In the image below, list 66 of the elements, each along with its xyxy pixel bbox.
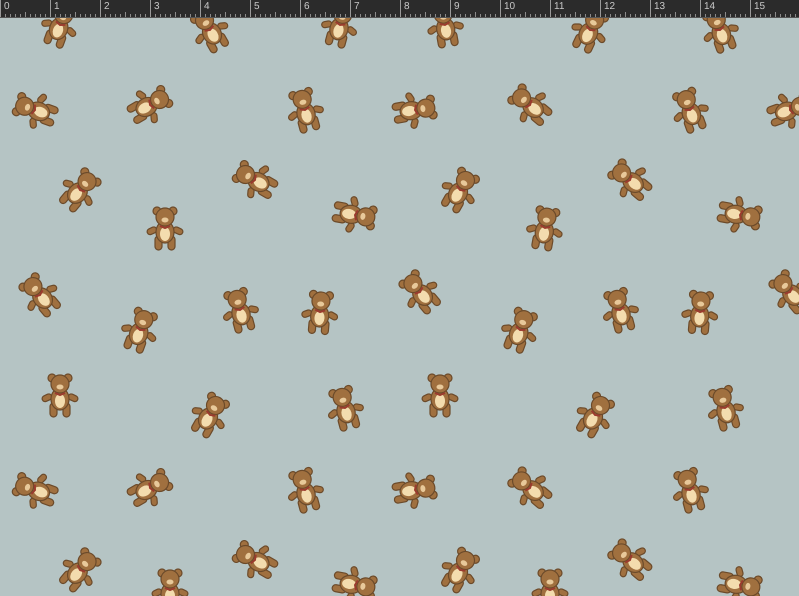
- teddy-bear-drawing: [146, 206, 184, 251]
- teddy-bear-drawing: [300, 290, 340, 336]
- teddy-bear-drawing: [706, 384, 744, 432]
- teddy-bear-drawing: [12, 92, 60, 130]
- teddy-bear-drawing: [232, 540, 280, 580]
- teddy-bear-drawing: [672, 86, 710, 135]
- teddy-bear-drawing: [398, 269, 442, 316]
- ruler-label: 0: [4, 1, 10, 13]
- ruler-label: 8: [404, 1, 410, 13]
- teddy-bear-drawing: [12, 472, 60, 510]
- teddy-bear-drawing: [150, 568, 190, 596]
- teddy-bear-drawing: [286, 86, 324, 134]
- teddy-bear-drawing: [507, 466, 554, 510]
- ruler-label: 1: [54, 1, 60, 13]
- ruler-label: 15: [754, 1, 766, 13]
- teddy-bear-drawing: [702, 18, 740, 55]
- teddy-bear-drawing: [607, 158, 654, 202]
- teddy-bear-drawing: [286, 466, 324, 514]
- teddy-bear-drawing: [232, 160, 280, 200]
- ruler-label: 10: [504, 1, 516, 13]
- teddy-bear-drawing: [18, 272, 62, 319]
- teddy-bear-drawing: [190, 392, 230, 440]
- teddy-bear-drawing: [58, 167, 102, 214]
- teddy-bear-drawing: [716, 565, 763, 596]
- ruler-label: 9: [454, 1, 460, 13]
- teddy-bear-drawing: [602, 286, 640, 334]
- teddy-bear-drawing: [768, 269, 799, 316]
- teddy-bear-drawing: [320, 18, 358, 50]
- teddy-bear-drawing: [440, 166, 480, 215]
- teddy-bear-drawing: [40, 18, 78, 50]
- ruler-label: 11: [554, 1, 564, 13]
- teddy-bear-drawing: [672, 466, 710, 514]
- ruler-label: 12: [604, 1, 616, 13]
- teddy-bear-drawing: [525, 205, 564, 252]
- teddy-bear-drawing: [716, 195, 763, 234]
- teddy-bear-drawing: [607, 538, 654, 582]
- teddy-bear-drawing: [326, 384, 364, 432]
- teddy-bear-drawing: [680, 290, 720, 336]
- ruler-label: 2: [104, 1, 110, 13]
- teddy-bear-drawing: [530, 568, 570, 596]
- ruler-label: 3: [154, 1, 160, 13]
- teddy-bear-drawing: [571, 18, 610, 55]
- teddy-bear-drawing: [765, 92, 799, 130]
- ruler-label: 4: [204, 1, 210, 13]
- teddy-bear-drawing: [574, 392, 616, 440]
- teddy-bear-drawing: [120, 306, 158, 355]
- ruler-label: 6: [304, 1, 310, 13]
- teddy-bear-drawing: [500, 306, 538, 355]
- teddy-bear-drawing: [190, 18, 230, 55]
- teddy-bear-drawing: [420, 373, 460, 418]
- ruler-label: 14: [704, 1, 716, 13]
- ruler-label: 7: [354, 1, 360, 13]
- teddy-bear-drawing: [58, 547, 102, 594]
- teddy-bear-drawing: [222, 286, 260, 334]
- teddy-bear-drawing: [391, 91, 438, 130]
- teddy-bear-drawing: [125, 468, 174, 508]
- teddy-bear-drawing: [507, 83, 554, 128]
- teddy-bear-drawing: [331, 195, 378, 234]
- teddy-bear-drawing: [331, 565, 378, 596]
- teddy-bear-drawing: [125, 84, 174, 126]
- ruler-label: 5: [254, 1, 260, 13]
- teddy-bear-drawing: [426, 18, 465, 49]
- teddy-bear-drawing: [391, 471, 438, 510]
- teddy-bear-drawing: [440, 546, 480, 595]
- teddy-bear-drawing: [40, 373, 80, 418]
- ruler-label: 13: [654, 1, 666, 13]
